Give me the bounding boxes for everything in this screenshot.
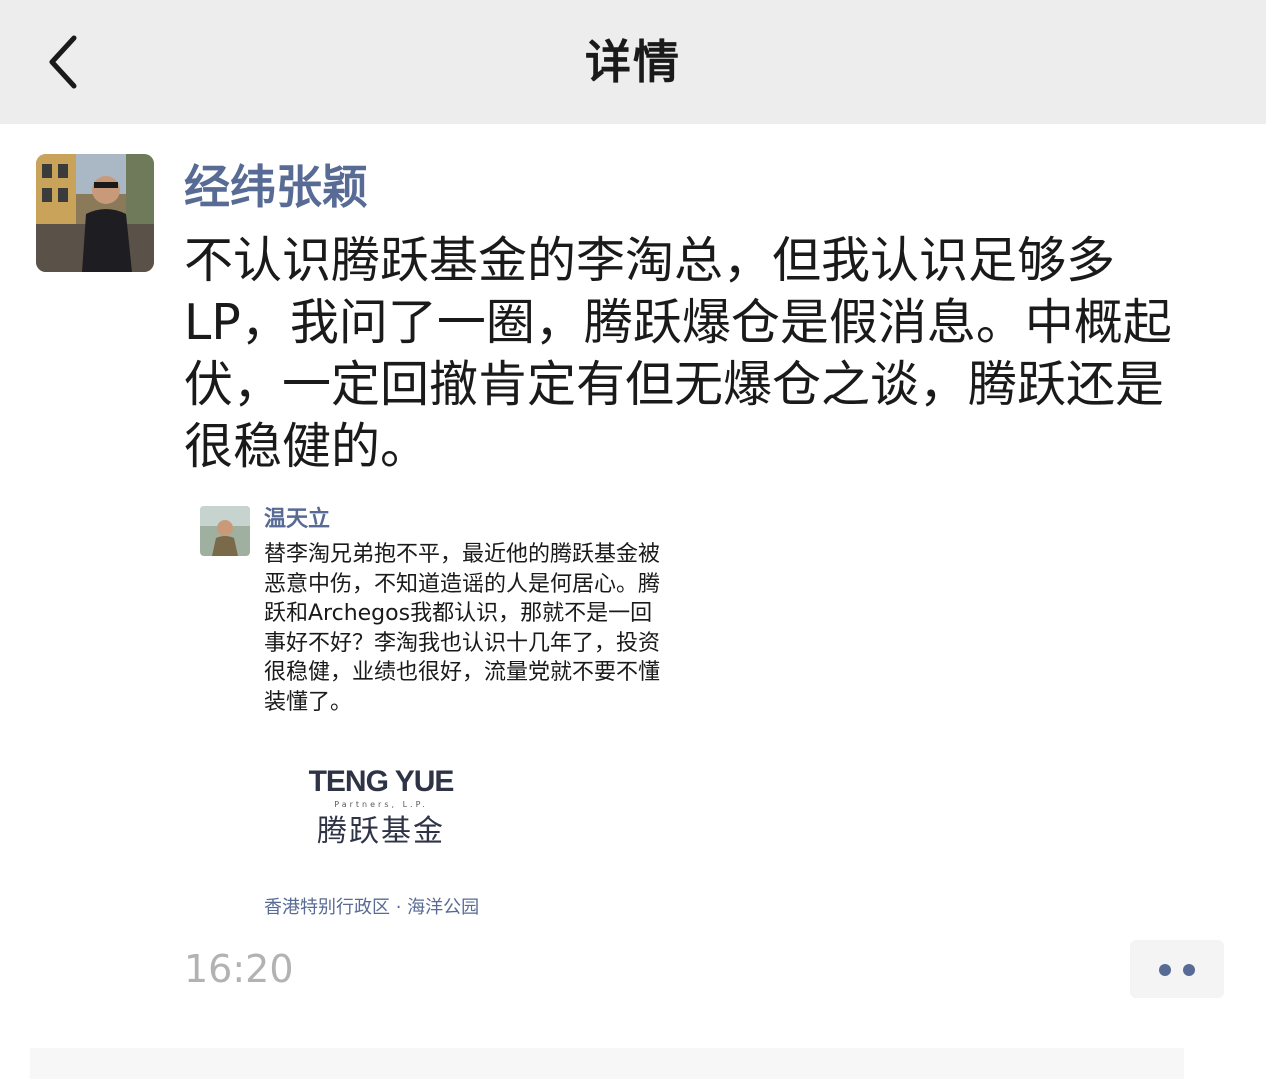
- logo-text-en: TENG YUE: [308, 765, 455, 798]
- back-button[interactable]: [30, 22, 100, 102]
- shared-location: 香港特别行政区 · 海洋公园: [264, 897, 480, 918]
- post-timestamp: 16:20: [184, 947, 294, 991]
- shared-post-text: 替李淘兄弟抱不平，最近他的腾跃基金被 恶意中伤，不知道造谣的人是何居心。腾 跃和…: [264, 542, 661, 715]
- logo-text-sub: Partners, L.P.: [334, 800, 428, 809]
- shared-avatar: [200, 506, 250, 556]
- shared-image[interactable]: 温天立 替李淘兄弟抱不平，最近他的腾跃基金被 恶意中伤，不知道造谣的人是何居心。…: [186, 488, 722, 934]
- logo-text-cn: 腾跃基金: [317, 814, 445, 849]
- post-text: 不认识腾跃基金的李淘总，但我认识足够多 LP，我问了一圈，腾跃爆仓是假消息。中概…: [184, 232, 1172, 475]
- more-button[interactable]: [1130, 940, 1224, 998]
- chevron-left-icon: [49, 35, 77, 89]
- more-dots-icon: [1159, 964, 1171, 976]
- shared-author-name: 温天立: [264, 507, 331, 532]
- avatar[interactable]: [36, 154, 154, 272]
- comment-area: [30, 1048, 1184, 1079]
- poster-name[interactable]: 经纬张颖: [184, 156, 368, 218]
- nav-bar: 详情: [0, 0, 1266, 124]
- more-dots-icon-2: [1183, 964, 1195, 976]
- page-title: 详情: [585, 35, 681, 89]
- teng-yue-logo: TENG YUE Partners, L.P. 腾跃基金: [306, 764, 456, 854]
